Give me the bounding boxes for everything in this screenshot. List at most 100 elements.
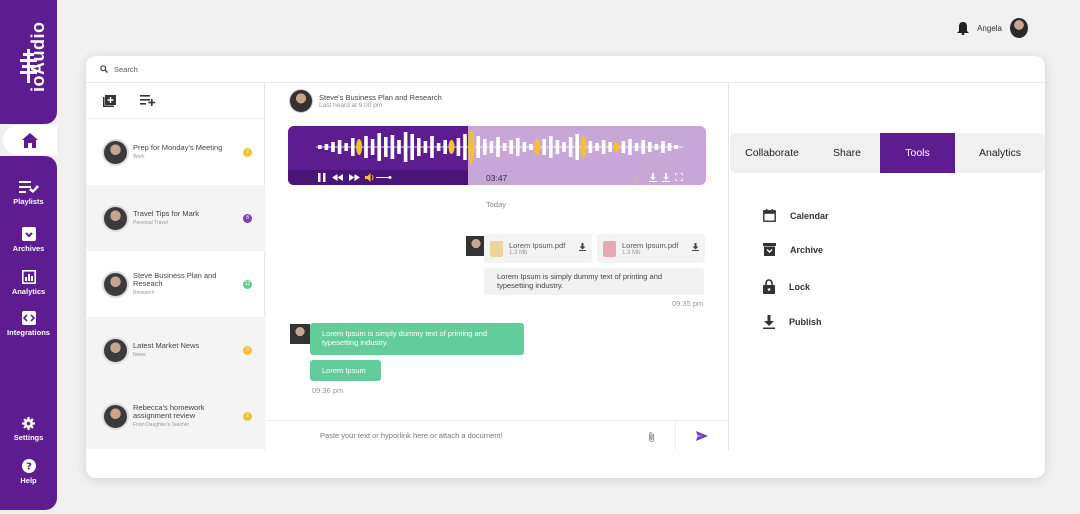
waveform-bar (562, 142, 566, 152)
tool-lock[interactable]: Lock (763, 279, 810, 294)
message-input[interactable]: Paste your text or hyporlink here or att… (320, 431, 503, 440)
waveform-bar (667, 143, 672, 151)
file-attachment[interactable]: Lorem Ipsum.pdf 1.3 Mb (484, 234, 592, 263)
main-card: Search Prep for Monday's Meeting Work 2 … (86, 56, 1045, 478)
waveform-bar (423, 141, 428, 153)
waveform-bar (489, 141, 494, 153)
tab-share[interactable]: Share (814, 133, 880, 173)
message-bubble-incoming: Lorem Ipsum is simply dummy text of prin… (310, 323, 524, 355)
waveform-bar (496, 137, 500, 157)
fast-forward-icon[interactable] (349, 174, 360, 181)
conversation-item[interactable]: Prep for Monday's Meeting Work 2 (86, 119, 265, 185)
nav-playlists-label: Playlists (13, 197, 44, 206)
waveform-bar (661, 141, 665, 153)
waveform-bar (588, 141, 593, 153)
nav-settings[interactable]: Settings (0, 417, 57, 442)
waveform-bar (555, 140, 560, 154)
conversation-item[interactable]: Steve Business Plan and Reseach Research… (86, 251, 265, 317)
waveform-bar (476, 136, 480, 158)
play-pause-icon[interactable] (318, 173, 326, 182)
chat-title: Steve's Business Plan and Research (319, 93, 442, 102)
conversation-item[interactable]: Rebecca's homework assignment review Fro… (86, 383, 265, 449)
save-icon[interactable] (662, 173, 670, 182)
speed-icon[interactable]: ♪ (633, 173, 642, 182)
waveform-bar (430, 136, 434, 158)
waveform[interactable] (288, 126, 706, 170)
unread-badge: 12 (243, 279, 252, 289)
waveform-bar (608, 142, 612, 152)
waveform-bar (456, 138, 461, 156)
download-icon[interactable] (649, 173, 657, 182)
send-button[interactable] (675, 421, 728, 451)
tab-collaborate[interactable]: Collaborate (730, 133, 814, 173)
nav-analytics[interactable]: Analytics (0, 270, 57, 296)
message-time: 09.35 pm (672, 299, 704, 308)
user-name[interactable]: Angela (977, 24, 1002, 33)
nav-help[interactable]: ? Help (0, 459, 57, 485)
add-library-icon[interactable] (103, 94, 116, 107)
conversation-list: Prep for Monday's Meeting Work 2 Travel … (86, 83, 265, 450)
paperclip-icon[interactable] (648, 431, 655, 443)
user-avatar[interactable] (1010, 18, 1028, 38)
waveform-bar (417, 138, 421, 156)
tool-archive[interactable]: Archive (763, 243, 823, 256)
bell-icon[interactable] (957, 21, 970, 35)
nav-archives[interactable]: Archives (0, 227, 57, 253)
avatar (289, 89, 313, 113)
avatar (102, 402, 129, 430)
date-divider: Today (486, 200, 507, 209)
conversation-title: Latest Market News (133, 341, 200, 350)
tool-calendar-label: Calendar (790, 210, 829, 221)
download-icon[interactable] (692, 243, 699, 251)
rewind-icon[interactable] (332, 174, 343, 181)
avatar (290, 324, 310, 344)
conversation-item[interactable]: Travel Tips for Mark Personal Travel 8 (86, 185, 265, 251)
waveform-bar (522, 142, 527, 152)
waveform-peak (448, 140, 455, 154)
unread-badge: 8 (243, 213, 252, 223)
waveform-bar (621, 141, 626, 153)
conversation-title: Prep for Monday's Meeting (133, 143, 223, 152)
waveform-bar (509, 140, 513, 154)
file-name: Lorem Ipsum.pdf (622, 241, 679, 250)
tool-calendar[interactable]: Calendar (763, 209, 829, 222)
waveform-bar (654, 144, 659, 150)
conversation-category: Research (133, 290, 155, 296)
download-icon[interactable] (579, 243, 586, 251)
waveform-bar (483, 139, 487, 155)
file-size: 1.3 Mb (509, 250, 528, 256)
conversation-title: Travel Tips for Mark (133, 209, 199, 218)
nav-integrations[interactable]: Integrations (0, 311, 57, 337)
search-input[interactable]: Search (114, 65, 138, 74)
waveform-bar (443, 140, 447, 154)
lock-icon (763, 279, 775, 294)
conversation-item[interactable]: Latest Market News News 3 (86, 317, 265, 383)
home-icon (22, 132, 38, 148)
unread-badge: 2 (243, 411, 252, 421)
file-name: Lorem Ipsum.pdf (509, 241, 566, 250)
search-bar[interactable]: Search (86, 56, 1045, 83)
audio-player[interactable]: 03:47 ♪ (288, 126, 706, 185)
volume-icon[interactable] (365, 173, 395, 182)
waveform-bar (337, 140, 342, 154)
tool-publish[interactable]: Publish (763, 315, 822, 329)
nav-home[interactable] (3, 125, 57, 155)
message-bubble-outgoing: Lorem Ipsum is simply dummy text of prin… (484, 268, 704, 295)
integrations-code-icon (21, 311, 36, 325)
tab-analytics[interactable]: Analytics (955, 133, 1045, 173)
add-playlist-icon[interactable] (140, 95, 156, 106)
file-attachment[interactable]: Lorem Ipsum.pdf 1.3 Mb (597, 234, 705, 263)
fullscreen-icon[interactable] (675, 173, 683, 181)
nav-help-label: Help (20, 476, 37, 485)
waveform-bar (463, 134, 467, 160)
waveform-bar (502, 143, 507, 151)
unread-badge: 3 (243, 345, 252, 355)
unread-badge: 2 (243, 147, 252, 157)
message-composer: Paste your text or hyporlink here or att… (266, 420, 728, 451)
tab-tools[interactable]: Tools (880, 133, 955, 173)
nav-playlists[interactable]: Playlists (0, 180, 57, 206)
send-icon (696, 431, 708, 441)
waveform-bar (549, 136, 553, 158)
conversation-category: News (133, 352, 146, 358)
waveform-bar (351, 138, 355, 156)
